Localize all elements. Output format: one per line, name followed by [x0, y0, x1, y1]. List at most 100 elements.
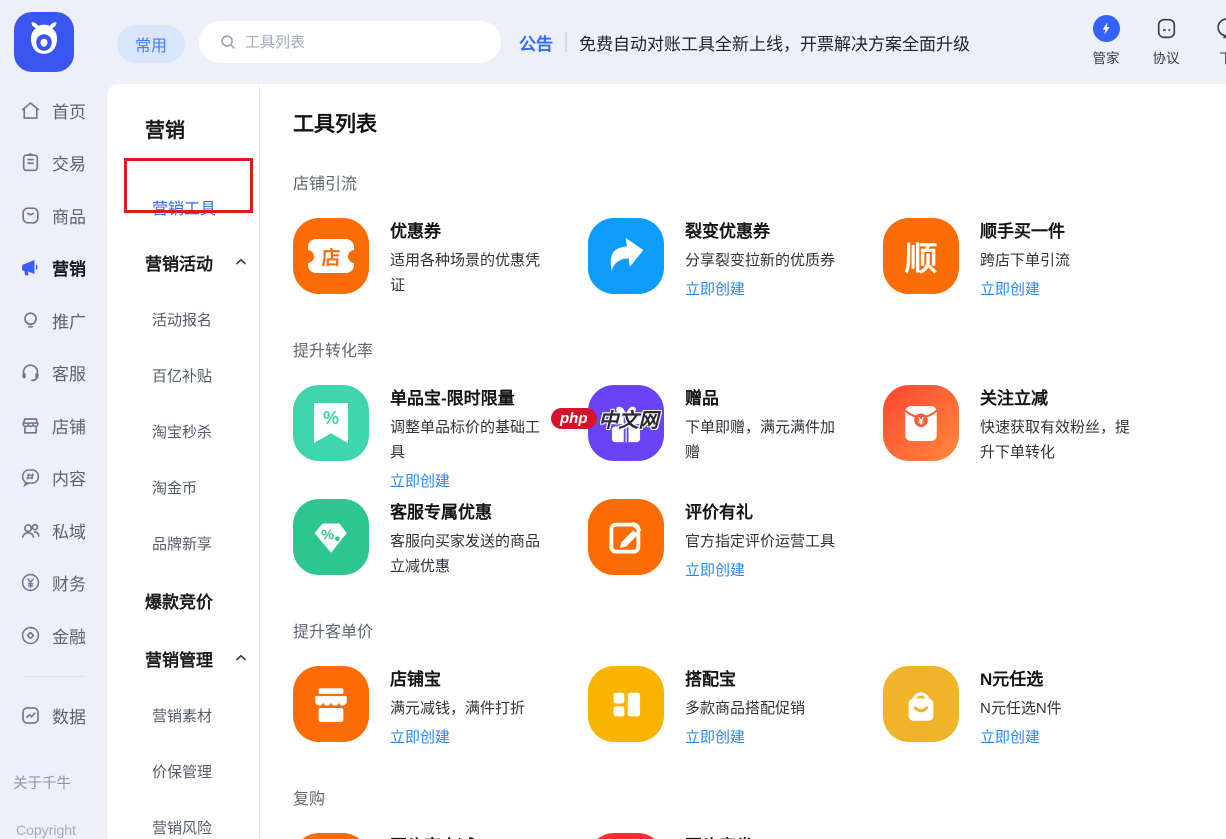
section-label-aov: 提升客单价 — [293, 622, 1226, 644]
primary-sidebar: 首页 交易 商品 营销 推广 客服 店铺 内容 私域 财务 金融 — [0, 84, 107, 839]
tool-list-main: 工具列表 店铺引流 店 优惠券 适用各种场景的优惠凭证 裂变优惠券 分享裂变拉新… — [260, 84, 1226, 839]
coupon-icon: 店 — [293, 218, 369, 294]
sidebar-item-label: 财务 — [52, 570, 86, 595]
sidebar-item-label: 数据 — [52, 703, 86, 728]
yuan-circle-icon — [19, 571, 42, 594]
sidebar-item-content[interactable]: 内容 — [0, 452, 107, 505]
sidebar-item-shop[interactable]: 店铺 — [0, 399, 107, 452]
storefront-icon — [293, 666, 369, 742]
submenu-item-taobao-flash-sale[interactable]: 淘宝秒杀 — [107, 403, 259, 459]
card-grid: 店 优惠券 适用各种场景的优惠凭证 裂变优惠券 分享裂变拉新的优质券 立即创建 … — [293, 218, 1226, 301]
sidebar-item-label: 客服 — [52, 360, 86, 385]
agreement-label: 协议 — [1140, 47, 1192, 67]
tool-card-danpinbao[interactable]: % 单品宝-限时限量 调整单品标价的基础工具 立即创建 — [293, 385, 588, 493]
tool-name: 客服专属优惠 — [390, 501, 544, 525]
sidebar-item-service[interactable]: 客服 — [0, 347, 107, 400]
tool-name: 优惠券 — [390, 220, 544, 244]
about-qianniu-link[interactable]: 关于千牛 — [13, 772, 71, 793]
home-icon — [19, 99, 42, 122]
tool-card-follow-discount[interactable]: ¥ 关注立减 快速获取有效粉丝，提升下单转化 — [883, 385, 1178, 493]
svg-text:%: % — [321, 527, 334, 543]
top-bar: 常用 公告 免费自动对账工具全新上线，开票解决方案全面升级 管家 协议 — [0, 0, 1226, 84]
create-now-link[interactable]: 立即创建 — [980, 279, 1040, 301]
tool-name: 回头客立减 — [390, 835, 544, 839]
sidebar-item-finance[interactable]: 财务 — [0, 557, 107, 610]
submenu-item-tao-gold-coin[interactable]: 淘金币 — [107, 459, 259, 515]
tool-name: 回头客券 — [685, 835, 839, 839]
submenu-group-hot-bidding[interactable]: 爆款竞价 — [107, 571, 259, 629]
megaphone-icon — [19, 256, 42, 279]
returning-customer-icon — [293, 833, 369, 839]
lightning-icon — [1093, 15, 1120, 42]
sidebar-item-data[interactable]: 数据 — [0, 690, 107, 743]
submenu-item-marketing-materials[interactable]: 营销素材 — [107, 687, 259, 743]
create-now-link[interactable]: 立即创建 — [685, 560, 745, 582]
announcement-text[interactable]: 免费自动对账工具全新上线，开票解决方案全面升级 — [579, 30, 970, 55]
sidebar-item-goods[interactable]: 商品 — [0, 189, 107, 242]
chevron-up-icon[interactable] — [235, 654, 247, 662]
sidebar-item-home[interactable]: 首页 — [0, 84, 107, 137]
marketing-submenu: 营销 营销工具 营销活动 活动报名 百亿补贴 淘宝秒杀 淘金币 品牌新享 爆款竞… — [107, 84, 260, 839]
tool-desc: 多款商品搭配促销 — [685, 696, 839, 721]
sidebar-item-financial[interactable]: 金融 — [0, 609, 107, 662]
content-panel: 营销 营销工具 营销活动 活动报名 百亿补贴 淘宝秒杀 淘金币 品牌新享 爆款竞… — [107, 84, 1226, 839]
submenu-group-marketing-management[interactable]: 营销管理 — [107, 629, 259, 687]
edit-review-icon — [588, 499, 664, 575]
agreement-icon — [1153, 15, 1180, 42]
shop-icon — [19, 414, 42, 437]
submenu-item-price-protection[interactable]: 价保管理 — [107, 743, 259, 799]
create-now-link[interactable]: 立即创建 — [390, 727, 450, 749]
bulb-icon — [19, 309, 42, 332]
tool-name: N元任选 — [980, 668, 1134, 692]
tool-card-returning-coupon[interactable]: 回头客券 让老客回购的运营工具 — [588, 833, 883, 839]
sidebar-item-label: 交易 — [52, 150, 86, 175]
announcement-bar[interactable]: 公告 免费自动对账工具全新上线，开票解决方案全面升级 — [519, 0, 970, 84]
search-input[interactable] — [245, 34, 487, 51]
submenu-item-brand-new[interactable]: 品牌新享 — [107, 515, 259, 571]
download-button[interactable]: 下 — [1200, 15, 1226, 67]
tool-card-gift[interactable]: 赠品 下单即赠，满元满件加赠 — [588, 385, 883, 493]
notice-badge[interactable]: 公告 — [519, 30, 553, 55]
trade-icon — [19, 151, 42, 174]
search-box[interactable] — [199, 21, 501, 63]
submenu-item-billion-subsidy[interactable]: 百亿补贴 — [107, 347, 259, 403]
sidebar-item-label: 金融 — [52, 623, 86, 648]
tool-card-dapeibao[interactable]: 搭配宝 多款商品搭配促销 立即创建 — [588, 666, 883, 749]
sidebar-item-private-domain[interactable]: 私域 — [0, 504, 107, 557]
submenu-group-marketing-campaigns[interactable]: 营销活动 — [107, 233, 259, 291]
tool-card-dianpubao[interactable]: 店铺宝 满元减钱，满件打折 立即创建 — [293, 666, 588, 749]
submenu-item-marketing-risk[interactable]: 营销风险 — [107, 799, 259, 839]
tool-desc: 官方指定评价运营工具 — [685, 529, 839, 554]
submenu-item-activity-signup[interactable]: 活动报名 — [107, 291, 259, 347]
create-now-link[interactable]: 立即创建 — [685, 727, 745, 749]
tool-card-buy-one-more[interactable]: 顺 顺手买一件 跨店下单引流 立即创建 — [883, 218, 1178, 301]
qianniu-logo[interactable] — [14, 12, 74, 72]
sidebar-item-label: 营销 — [52, 255, 86, 280]
butler-button[interactable]: 管家 — [1080, 15, 1132, 67]
section-label-repurchase: 复购 — [293, 789, 1226, 811]
agreement-button[interactable]: 协议 — [1140, 15, 1192, 67]
create-now-link[interactable]: 立即创建 — [685, 279, 745, 301]
tool-card-review-reward[interactable]: 评价有礼 官方指定评价运营工具 立即创建 — [588, 499, 883, 582]
create-now-link[interactable]: 立即创建 — [980, 727, 1040, 749]
tool-card-returning-discount[interactable]: 回头客立减 给指定老客的立减优惠 — [293, 833, 588, 839]
sidebar-item-marketing[interactable]: 营销 — [0, 242, 107, 295]
submenu-item-marketing-tools[interactable]: 营销工具 — [107, 181, 259, 233]
tool-card-cs-exclusive[interactable]: % 客服专属优惠 客服向买家发送的商品立减优惠 — [293, 499, 588, 582]
share-arrow-icon — [588, 218, 664, 294]
headset-icon — [19, 361, 42, 384]
tool-desc: 下单即赠，满元满件加赠 — [685, 415, 839, 465]
divider — [565, 32, 567, 52]
chevron-up-icon[interactable] — [235, 258, 247, 266]
tool-card-n-yuan[interactable]: N元任选 N元任选N件 立即创建 — [883, 666, 1178, 749]
quick-access-button[interactable]: 常用 — [117, 25, 185, 63]
tool-card-split-coupon[interactable]: 裂变优惠券 分享裂变拉新的优质券 立即创建 — [588, 218, 883, 301]
section-label-conversion: 提升转化率 — [293, 341, 1226, 363]
gift-icon — [588, 385, 664, 461]
create-now-link[interactable]: 立即创建 — [390, 471, 450, 493]
content-icon — [19, 466, 42, 489]
tool-card-coupon[interactable]: 店 优惠券 适用各种场景的优惠凭证 — [293, 218, 588, 301]
sidebar-item-promotion[interactable]: 推广 — [0, 294, 107, 347]
sidebar-item-trade[interactable]: 交易 — [0, 137, 107, 190]
tool-desc: 适用各种场景的优惠凭证 — [390, 248, 544, 298]
